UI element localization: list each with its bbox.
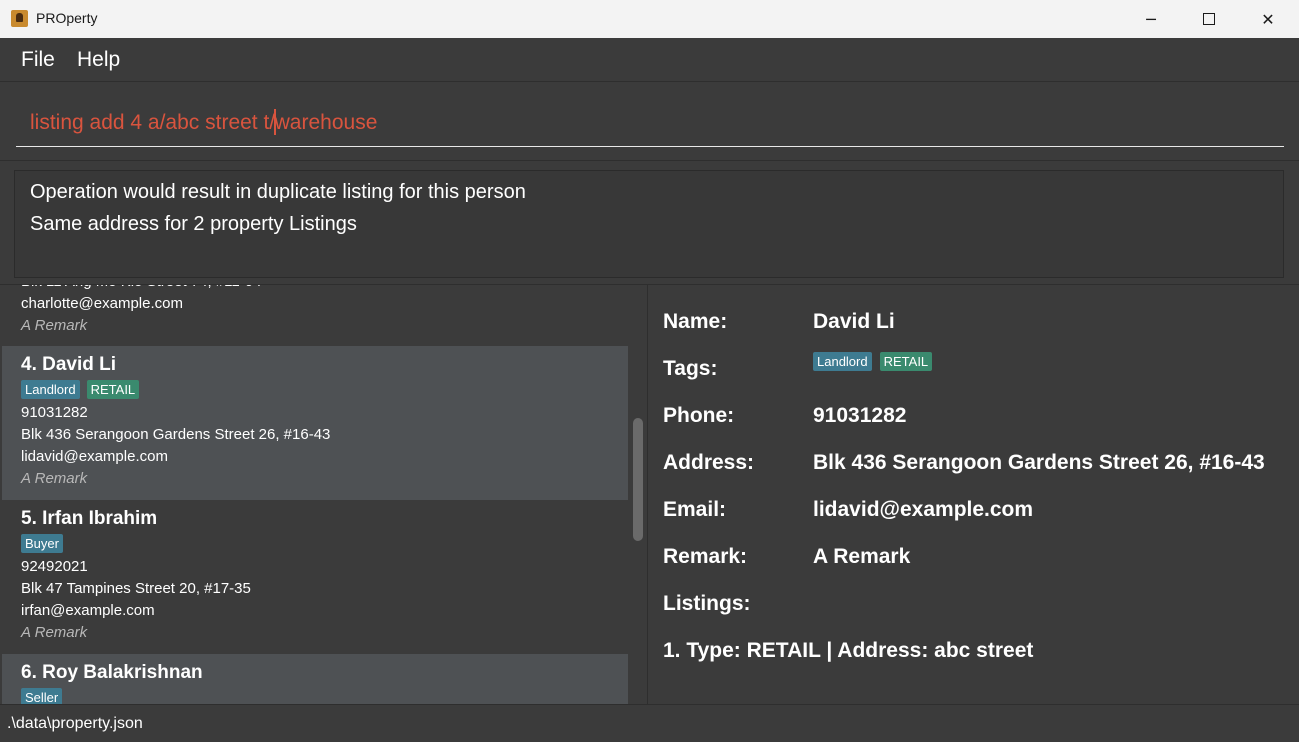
tag-retail: RETAIL bbox=[879, 352, 933, 371]
detail-address-label: Address: bbox=[663, 451, 755, 474]
tag-retail: RETAIL bbox=[86, 379, 140, 399]
person-address: Blk 47 Tampines Street 20, #17-35 bbox=[21, 580, 251, 597]
person-detail-panel: Name: David Li Tags: Landlord RETAIL Pho… bbox=[648, 285, 1299, 704]
tag-seller: Seller bbox=[21, 687, 63, 704]
person-name: 6. Roy Balakrishnan bbox=[21, 662, 203, 683]
person-email: charlotte@example.com bbox=[21, 295, 183, 312]
person-card-6[interactable]: 6. Roy Balakrishnan Seller bbox=[2, 654, 628, 704]
result-message-line-2: Same address for 2 property Listings bbox=[30, 213, 357, 235]
app-icon bbox=[11, 10, 28, 27]
detail-email-value: lidavid@example.com bbox=[813, 498, 1034, 521]
person-address: Blk 436 Serangoon Gardens Street 26, #16… bbox=[21, 426, 331, 443]
menu-bar: File Help bbox=[0, 38, 1299, 82]
menu-help[interactable]: Help bbox=[77, 48, 120, 72]
person-list[interactable]: Blk 11 Ang Mo Kio Street 74, #11-04 char… bbox=[0, 285, 630, 704]
person-phone: 92492021 bbox=[21, 558, 88, 575]
detail-name-value: David Li bbox=[813, 310, 895, 333]
minimize-button[interactable]: ─ bbox=[1122, 0, 1180, 38]
command-area: listing add 4 a/abc street t/warehouse bbox=[0, 83, 1299, 160]
data-file-path: .\data\property.json bbox=[7, 715, 143, 732]
scrollbar-thumb[interactable] bbox=[633, 418, 643, 541]
person-tags: Seller bbox=[21, 684, 628, 704]
status-bar: .\data\property.json bbox=[0, 704, 1299, 742]
detail-tags-label: Tags: bbox=[663, 357, 718, 380]
person-tags: Buyer bbox=[21, 530, 628, 556]
detail-listing-item: 1. Type: RETAIL | Address: abc street bbox=[663, 639, 1034, 662]
person-remark: A Remark bbox=[21, 470, 88, 487]
detail-name-label: Name: bbox=[663, 310, 728, 333]
person-name: 4. David Li bbox=[21, 354, 117, 375]
result-display-area: Operation would result in duplicate list… bbox=[0, 160, 1299, 285]
detail-address-value: Blk 436 Serangoon Gardens Street 26, #16… bbox=[813, 451, 1265, 474]
title-bar: PROperty ─ ✕ bbox=[0, 0, 1299, 38]
detail-phone-label: Phone: bbox=[663, 404, 735, 427]
person-card-4[interactable]: 4. David Li Landlord RETAIL 91031282 Blk… bbox=[2, 346, 628, 500]
person-phone: 91031282 bbox=[21, 404, 88, 421]
detail-tags: Landlord RETAIL bbox=[813, 352, 933, 371]
person-remark: A Remark bbox=[21, 624, 88, 641]
close-button[interactable]: ✕ bbox=[1239, 0, 1297, 38]
person-card-5[interactable]: 5. Irfan Ibrahim Buyer 92492021 Blk 47 T… bbox=[2, 500, 628, 654]
close-icon: ✕ bbox=[1261, 9, 1275, 29]
tag-buyer: Buyer bbox=[21, 533, 63, 553]
detail-listings-label: Listings: bbox=[663, 592, 751, 615]
window-title: PROperty bbox=[36, 10, 98, 26]
detail-remark-label: Remark: bbox=[663, 545, 748, 568]
person-remark: A Remark bbox=[21, 317, 88, 334]
maximize-icon bbox=[1203, 13, 1215, 25]
person-address: Blk 11 Ang Mo Kio Street 74, #11-04 bbox=[21, 285, 628, 293]
person-tags: Landlord RETAIL bbox=[21, 376, 628, 402]
minimize-icon: ─ bbox=[1146, 9, 1156, 29]
maximize-button[interactable] bbox=[1180, 0, 1238, 38]
detail-remark-value: A Remark bbox=[813, 545, 911, 568]
person-name: 5. Irfan Ibrahim bbox=[21, 508, 158, 529]
person-email: irfan@example.com bbox=[21, 602, 155, 619]
command-text: listing add 4 a/abc street t/warehouse bbox=[30, 109, 377, 135]
detail-phone-value: 91031282 bbox=[813, 404, 907, 427]
tag-landlord: Landlord bbox=[813, 352, 872, 371]
command-input[interactable]: listing add 4 a/abc street t/warehouse bbox=[16, 101, 1284, 147]
person-list-scrollbar[interactable] bbox=[630, 285, 646, 704]
menu-file[interactable]: File bbox=[21, 48, 55, 72]
person-card-3[interactable]: Blk 11 Ang Mo Kio Street 74, #11-04 char… bbox=[2, 285, 628, 346]
detail-email-label: Email: bbox=[663, 498, 727, 521]
command-text-after-caret: warehouse bbox=[274, 111, 378, 134]
tag-landlord: Landlord bbox=[21, 379, 80, 399]
command-text-before-caret: listing add 4 a/abc street t/ bbox=[30, 111, 276, 134]
result-message-line-1: Operation would result in duplicate list… bbox=[30, 181, 526, 203]
person-email: lidavid@example.com bbox=[21, 448, 168, 465]
result-display[interactable]: Operation would result in duplicate list… bbox=[14, 170, 1284, 278]
